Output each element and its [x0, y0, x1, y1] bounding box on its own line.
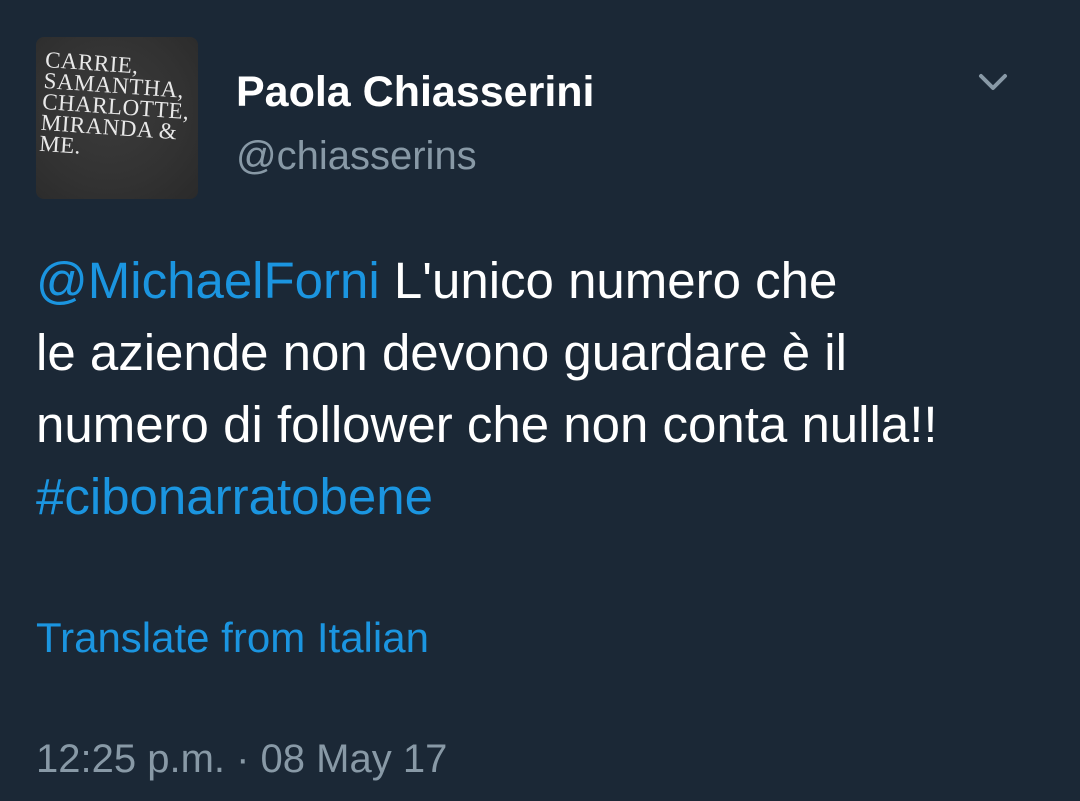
tweet-text-line: numero di follower che non conta nulla!! [36, 396, 938, 453]
tweet-text-segment: L'unico numero che [379, 252, 838, 309]
avatar-text: CARRIE, SAMANTHA, CHARLOTTE, MIRANDA & M… [39, 47, 196, 164]
tweet-card: CARRIE, SAMANTHA, CHARLOTTE, MIRANDA & M… [0, 0, 1080, 801]
tweet-text-line: le aziende non devono guardare è il [36, 324, 847, 381]
timestamp: 12:25 p.m. · 08 May 17 [36, 737, 448, 781]
mention-link[interactable]: @MichaelForni [36, 252, 380, 309]
user-handle[interactable]: @chiasserins [236, 134, 477, 179]
display-name[interactable]: Paola Chiasserini [236, 68, 595, 117]
tweet-text-line: @MichaelForni L'unico numero che [36, 245, 1056, 317]
tweet-text-line: #cibonarratobene [36, 461, 1056, 533]
tweet-text: @MichaelForni L'unico numero che le azie… [36, 245, 1056, 533]
translate-link[interactable]: Translate from Italian [36, 614, 429, 662]
chevron-down-icon[interactable] [976, 68, 1010, 98]
hashtag-link[interactable]: #cibonarratobene [36, 468, 433, 525]
avatar[interactable]: CARRIE, SAMANTHA, CHARLOTTE, MIRANDA & M… [36, 37, 198, 199]
